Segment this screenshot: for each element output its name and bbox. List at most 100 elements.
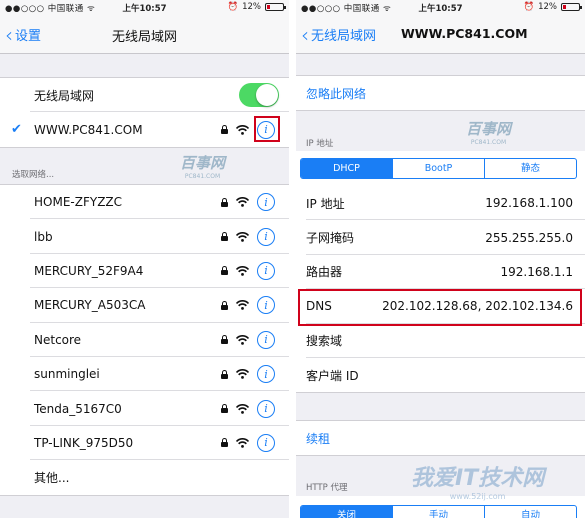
network-row[interactable]: MERCURY_52F9A4 i (0, 254, 289, 289)
field-label: IP 地址 (306, 196, 345, 211)
proxy-mode-segment[interactable]: 自动 (484, 506, 576, 518)
network-row[interactable]: TP-LINK_975D50 i (0, 426, 289, 461)
wifi-icon (236, 300, 249, 311)
wifi-toggle-row: 无线局域网 (0, 78, 289, 113)
ip-address-header: IP 地址 (306, 139, 334, 149)
wifi-toggle[interactable] (239, 83, 279, 108)
wifi-icon (236, 231, 249, 242)
other-network-row[interactable]: 其他... (0, 460, 289, 494)
battery-icon (265, 3, 286, 11)
lock-icon (221, 125, 228, 135)
wifi-group: 无线局域网 ✔ WWW.PC841.COM i (0, 77, 289, 148)
network-row[interactable]: Netcore i (0, 323, 289, 357)
field-label: 路由器 (306, 265, 343, 280)
lock-icon (221, 232, 228, 242)
choose-network-header: 选取网络... (12, 170, 55, 180)
info-icon[interactable]: i (257, 296, 275, 315)
field-value: 192.168.1.100 (485, 196, 573, 211)
connected-network-name: WWW.PC841.COM (34, 122, 143, 137)
ip-field-row[interactable]: 子网掩码 255.255.255.0 (296, 220, 585, 255)
divider (289, 0, 296, 518)
checkmark-icon: ✔ (11, 122, 22, 138)
proxy-mode-segment[interactable]: 手动 (392, 506, 484, 518)
wifi-list-screen: ●●○○○ 中国联通 ᯤ 上午10:57 ⏰ 12% ‹ 设置 无线局域网 无线局… (0, 0, 289, 518)
highlight-box (254, 116, 280, 143)
renew-lease-button[interactable]: 续租 (306, 430, 330, 447)
wifi-icon (236, 369, 249, 379)
ip-field-row[interactable]: 客户端 ID (296, 358, 585, 392)
wifi-toggle-label: 无线局域网 (34, 88, 95, 103)
watermark-logo: 百事网 PC841.COM (180, 154, 226, 180)
page-title: 无线局域网 (111, 30, 177, 45)
info-icon[interactable]: i (257, 365, 275, 384)
lock-icon (221, 300, 228, 310)
ip-mode-segmented-control: DHCP BootP 静态 (300, 158, 577, 179)
network-name: sunminglei (34, 367, 100, 382)
network-name: TP-LINK_975D50 (34, 435, 134, 450)
info-icon[interactable]: i (257, 433, 275, 452)
network-name: Netcore (34, 332, 82, 347)
field-label: 搜索域 (306, 334, 343, 349)
network-row[interactable]: Tenda_5167C0 i (0, 391, 289, 426)
proxy-segmented-control: 关闭 手动 自动 (300, 505, 577, 518)
wifi-icon (236, 124, 249, 135)
forget-group: 忽略此网络 (296, 75, 585, 112)
renew-lease-row[interactable]: 续租 (296, 421, 585, 455)
ip-mode-segment[interactable]: 静态 (484, 159, 576, 178)
info-icon[interactable]: i (257, 399, 275, 418)
ip-field-row[interactable]: 搜索域 (296, 324, 585, 358)
dns-highlight-box (298, 289, 582, 326)
lock-icon (221, 369, 228, 379)
ip-mode-segment[interactable]: BootP (392, 159, 484, 178)
network-row[interactable]: HOME-ZFYZZC i (0, 185, 289, 220)
field-label: 子网掩码 (306, 231, 355, 246)
network-name: HOME-ZFYZZC (34, 195, 123, 210)
status-bar: ●●○○○ 中国联通 ᯤ 上午10:57 ⏰ 12% (296, 0, 585, 16)
network-name: MERCURY_52F9A4 (34, 263, 144, 278)
field-value: 255.255.255.0 (485, 230, 573, 245)
lock-icon (221, 335, 228, 345)
proxy-mode-segment[interactable]: 关闭 (301, 506, 392, 518)
ip-field-row[interactable]: IP 地址 192.168.1.100 (296, 186, 585, 221)
lock-icon (221, 404, 228, 414)
forget-network-row[interactable]: 忽略此网络 (296, 76, 585, 110)
info-icon[interactable]: i (257, 330, 275, 349)
lock-icon (221, 197, 228, 207)
chevron-left-icon: ‹ (301, 22, 309, 47)
network-row[interactable]: lbb i (0, 219, 289, 254)
network-name: Tenda_5167C0 (34, 401, 122, 416)
back-button[interactable]: ‹ 无线局域网 (301, 22, 376, 47)
site-watermark: 我爱IT技术网 www.52ij.com (411, 466, 545, 501)
battery-indicator: ⏰ 12% (524, 2, 582, 12)
battery-icon (561, 3, 582, 11)
info-icon[interactable]: i (257, 193, 275, 212)
watermark-logo: 百事网 PC841.COM (466, 120, 512, 146)
network-detail-screen: ●●○○○ 中国联通 ᯤ 上午10:57 ⏰ 12% ‹ 无线局域网 WWW.PC… (296, 0, 585, 518)
field-label: 客户端 ID (306, 368, 359, 383)
ip-mode-segment[interactable]: DHCP (301, 159, 392, 178)
wifi-icon (236, 197, 249, 207)
nav-bar: ‹ 无线局域网 WWW.PC841.COM (296, 16, 585, 54)
field-value: 192.168.1.1 (500, 264, 573, 279)
ip-mode-section: DHCP BootP 静态 (296, 151, 585, 187)
connected-network-row[interactable]: ✔ WWW.PC841.COM i (0, 112, 289, 146)
other-network-label: 其他... (34, 470, 70, 485)
nav-bar: ‹ 设置 无线局域网 (0, 16, 289, 54)
network-name: lbb (34, 229, 53, 244)
network-row[interactable]: sunminglei i (0, 357, 289, 392)
network-list: HOME-ZFYZZC i lbb i MERCURY_52F9A4 i MERCURY_A… (0, 184, 289, 496)
wifi-icon (236, 403, 249, 414)
network-name: MERCURY_A503CA (34, 298, 146, 313)
info-icon[interactable]: i (257, 227, 275, 246)
network-row[interactable]: MERCURY_A503CA i (0, 288, 289, 323)
wifi-icon (236, 334, 249, 345)
lock-icon (221, 266, 228, 276)
ip-field-row[interactable]: 路由器 192.168.1.1 (296, 255, 585, 290)
info-icon[interactable]: i (257, 261, 275, 280)
lock-icon (221, 438, 228, 448)
forget-network-button[interactable]: 忽略此网络 (306, 85, 366, 102)
http-proxy-header: HTTP 代理 (306, 483, 348, 493)
renew-group: 续租 (296, 420, 585, 457)
battery-indicator: ⏰ 12% (228, 2, 286, 12)
wifi-icon (236, 437, 249, 448)
